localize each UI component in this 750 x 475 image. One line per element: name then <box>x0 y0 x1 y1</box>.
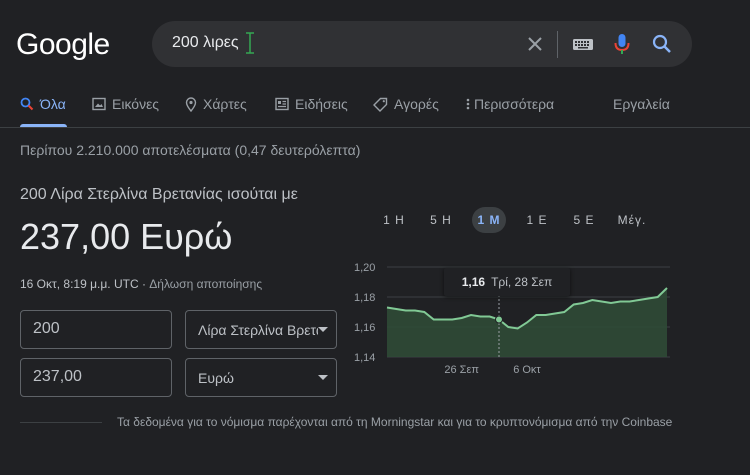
microphone-icon[interactable] <box>612 32 632 56</box>
chart-y-tick-label: 1,20 <box>354 262 375 274</box>
footer-divider <box>20 422 102 423</box>
conversion-meta: 16 Οκτ, 8:19 μ.μ. UTC · Δήλωση αποποίηση… <box>20 277 262 291</box>
more-vert-icon <box>466 98 470 110</box>
from-currency-select[interactable]: Λίρα Στερλίνα Βρετανίας <box>185 310 337 349</box>
tab-label: Ειδήσεις <box>295 96 348 112</box>
tooltip-date: Τρί, 28 Σεπ <box>491 275 553 289</box>
range-5-hours[interactable]: 5 Η <box>423 207 459 233</box>
from-amount-value: 200 <box>33 320 60 337</box>
tools-label: Εργαλεία <box>613 96 670 112</box>
chevron-down-icon <box>318 375 328 380</box>
to-currency-select[interactable]: Ευρώ <box>185 358 337 397</box>
conversion-timestamp: 16 Οκτ, 8:19 μ.μ. UTC · <box>20 277 146 291</box>
tab-images[interactable]: Εικόνες <box>92 96 159 126</box>
from-currency-value: Λίρα Στερλίνα Βρετανίας <box>198 322 318 338</box>
tab-news[interactable]: Ειδήσεις <box>275 96 348 126</box>
chart-x-tick-label: 6 Οκτ <box>513 364 541 375</box>
range-5-years[interactable]: 5 Ε <box>566 207 602 233</box>
conversion-result: 237,00 Ευρώ <box>20 216 233 257</box>
search-box[interactable]: 200 λιρες <box>152 21 692 67</box>
search-tabs: Όλα Εικόνες Χάρτες Ειδήσεις Αγορές Περισ… <box>0 94 750 128</box>
tab-all[interactable]: Όλα <box>20 96 66 126</box>
close-icon[interactable] <box>524 33 546 55</box>
tab-label: Αγορές <box>394 96 439 112</box>
news-icon <box>275 97 289 111</box>
search-input[interactable]: 200 λιρες <box>172 34 239 52</box>
data-source-note: Τα δεδομένα για το νόμισμα παρέχονται απ… <box>117 415 673 429</box>
disclaimer-link[interactable]: Δήλωση αποποίησης <box>149 277 262 291</box>
chevron-down-icon <box>318 327 328 332</box>
search-divider <box>557 31 558 58</box>
tooltip-value: 1,16 <box>461 275 486 289</box>
tab-shopping[interactable]: Αγορές <box>373 96 439 126</box>
range-max[interactable]: Μέγ. <box>612 207 652 233</box>
keyboard-icon[interactable] <box>572 34 594 54</box>
map-pin-icon <box>185 97 197 112</box>
to-amount-value: 237,00 <box>33 368 82 385</box>
to-amount-input[interactable]: 237,00 <box>20 358 172 397</box>
range-1-hour[interactable]: 1 Η <box>376 207 412 233</box>
tools-button[interactable]: Εργαλεία <box>613 96 670 126</box>
image-icon <box>92 97 106 111</box>
tag-icon <box>373 97 388 112</box>
tab-maps[interactable]: Χάρτες <box>185 96 247 126</box>
tab-label: Όλα <box>40 96 66 112</box>
text-cursor-icon <box>246 32 254 54</box>
chart-y-tick-label: 1,18 <box>354 292 375 304</box>
conversion-heading: 200 Λίρα Στερλίνα Βρετανίας ισούται με <box>20 186 298 203</box>
tab-more[interactable]: Περισσότερα <box>466 96 554 126</box>
search-icon <box>20 97 34 111</box>
results-count: Περίπου 2.210.000 αποτελέσματα (0,47 δευ… <box>20 142 361 158</box>
tabs-divider <box>0 127 750 128</box>
google-logo[interactable]: Google <box>16 28 110 62</box>
search-submit-icon[interactable] <box>651 33 673 55</box>
chart-y-tick-label: 1,16 <box>354 322 375 334</box>
range-1-month[interactable]: 1 Μ <box>472 207 506 233</box>
chart-highlight-point[interactable] <box>495 315 503 324</box>
tab-label: Εικόνες <box>112 96 160 112</box>
chart-x-tick-label: 26 Σεπ <box>444 364 479 375</box>
tab-label: Περισσότερα <box>474 96 555 112</box>
tab-label: Χάρτες <box>203 96 247 112</box>
to-currency-value: Ευρώ <box>198 370 234 386</box>
chart-y-tick-label: 1,14 <box>354 352 375 364</box>
chart-tooltip: 1,16 Τρί, 28 Σεπ <box>444 268 570 296</box>
from-amount-input[interactable]: 200 <box>20 310 172 349</box>
range-1-year[interactable]: 1 Ε <box>519 207 555 233</box>
